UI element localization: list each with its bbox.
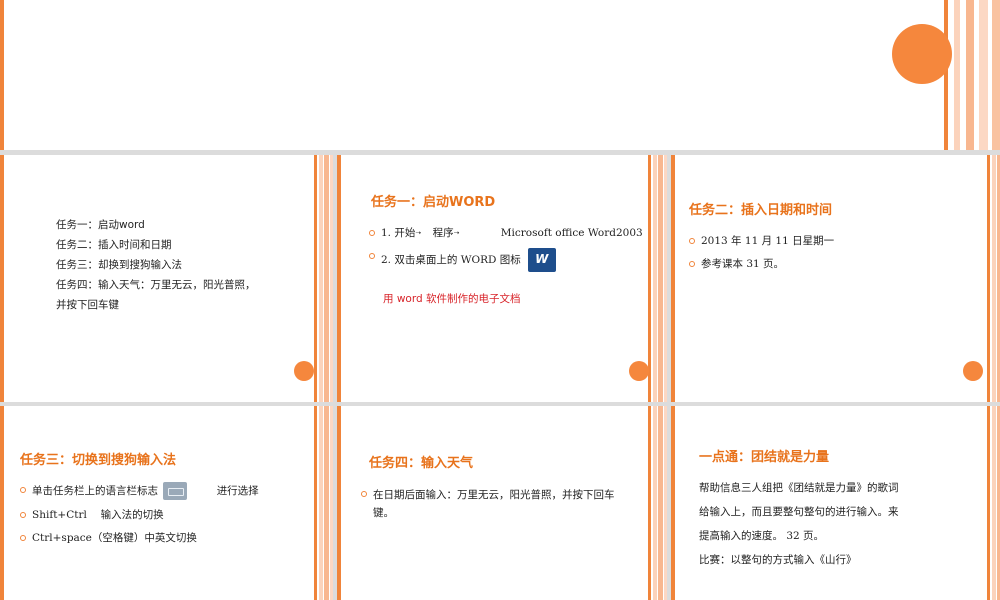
decor-stripes bbox=[940, 0, 1000, 150]
slide-title: 任务一：启动WORD bbox=[371, 195, 496, 210]
bullet-list: 单击任务栏上的语言栏标志 进行选择 Shift+Ctrl 输入法的切换 Ctrl… bbox=[20, 482, 259, 553]
keyboard-icon[interactable] bbox=[163, 482, 188, 500]
slide-5[interactable]: 任务三：切换到搜狗输入法 单击任务栏上的语言栏标志 进行选择 Shift+Ctr… bbox=[0, 406, 333, 600]
slide-6[interactable]: 任务四：输入天气 在日期后面输入：万里无云，阳光普照，并按下回车 键。 bbox=[337, 406, 667, 600]
decor-circle bbox=[629, 361, 649, 381]
bullet-item: 在日期后面输入：万里无云，阳光普照，并按下回车 键。 bbox=[361, 486, 615, 522]
note-text: 用 word 软件制作的电子文档 bbox=[383, 293, 521, 305]
bullet-text: 程序 bbox=[432, 227, 454, 239]
bullet-item: Ctrl+space（空格键）中英文切换 bbox=[20, 530, 259, 546]
task-line: 任务三：却换到搜狗输入法 bbox=[56, 259, 182, 271]
slide-title: 任务四：输入天气 bbox=[369, 456, 474, 471]
decor-circle bbox=[963, 361, 983, 381]
task-line: 任务一：启动word bbox=[56, 219, 145, 231]
slide-2[interactable]: 任务一：启动word 任务二：插入时间和日期 任务三：却换到搜狗输入法 任务四：… bbox=[0, 155, 333, 402]
decor-stripes bbox=[984, 155, 1000, 402]
slide-7[interactable]: 一点通：团结就是力量 帮助信息三人组把《团结就是力量》的歌词 给输入上，而且要整… bbox=[671, 406, 1000, 600]
decor-stripes bbox=[645, 406, 667, 600]
slide-title: 一点通：团结就是力量 bbox=[699, 450, 830, 465]
slide-title: 任务二：插入日期和时间 bbox=[689, 203, 833, 218]
bullet-text: 键。 bbox=[373, 507, 394, 519]
bullet-item: 2013 年 11 月 11 日星期一 bbox=[689, 233, 834, 249]
bullet-item: 1. 开始➝ 程序➝ Microsoft office Word2003 bbox=[369, 225, 643, 241]
bullet-item: 单击任务栏上的语言栏标志 进行选择 bbox=[20, 482, 259, 500]
decor-stripes bbox=[984, 406, 1000, 600]
decor-circle bbox=[294, 361, 314, 381]
slide-1[interactable] bbox=[0, 0, 1000, 150]
task-line: 任务二：插入时间和日期 bbox=[56, 239, 172, 251]
text-line: 比赛：以整句的方式输入《山行》 bbox=[699, 554, 857, 566]
bullet-text: 1. 开始 bbox=[381, 227, 416, 239]
bullet-item: 参考课本 31 页。 bbox=[689, 256, 834, 272]
bullet-text: 在日期后面输入：万里无云，阳光普照，并按下回车 bbox=[373, 489, 615, 501]
task-line: 并按下回车键 bbox=[56, 299, 119, 311]
bullet-text: Microsoft office Word2003 bbox=[500, 227, 643, 239]
slide-3[interactable]: 任务一：启动WORD 1. 开始➝ 程序➝ Microsoft office W… bbox=[337, 155, 667, 402]
arrow-icon: ➝ bbox=[453, 229, 460, 237]
bullet-item: 2. 双击桌面上的 WORD 图标 bbox=[369, 248, 643, 272]
word-icon[interactable] bbox=[528, 248, 557, 272]
task-list: 任务一：启动word 任务二：插入时间和日期 任务三：却换到搜狗输入法 任务四：… bbox=[56, 215, 256, 315]
bullet-text: 进行选择 bbox=[216, 485, 259, 497]
bullet-list: 2013 年 11 月 11 日星期一 参考课本 31 页。 bbox=[689, 233, 834, 279]
decor-stripes bbox=[311, 155, 333, 402]
text-block: 帮助信息三人组把《团结就是力量》的歌词 给输入上，而且要整句整句的进行输入。来 … bbox=[699, 476, 899, 572]
text-line: 提高输入的速度。 32 页。 bbox=[699, 530, 825, 542]
decor-stripes bbox=[311, 406, 333, 600]
task-line: 任务四：输入天气：万里无云，阳光普照， bbox=[56, 279, 256, 291]
bullet-item: Shift+Ctrl 输入法的切换 bbox=[20, 507, 259, 523]
text-line: 给输入上，而且要整句整句的进行输入。来 bbox=[699, 506, 899, 518]
slide-title: 任务三：切换到搜狗输入法 bbox=[20, 453, 177, 468]
bullet-list: 1. 开始➝ 程序➝ Microsoft office Word2003 2. … bbox=[369, 225, 643, 279]
bullet-list: 在日期后面输入：万里无云，阳光普照，并按下回车 键。 bbox=[361, 486, 615, 529]
decor-circle bbox=[892, 24, 952, 84]
arrow-icon: ➝ bbox=[415, 229, 422, 237]
bullet-text: 2. 双击桌面上的 WORD 图标 bbox=[381, 254, 521, 266]
bullet-text: 单击任务栏上的语言栏标志 bbox=[32, 485, 158, 497]
text-line: 帮助信息三人组把《团结就是力量》的歌词 bbox=[699, 482, 899, 494]
decor-stripes bbox=[645, 155, 667, 402]
slide-4[interactable]: 任务二：插入日期和时间 2013 年 11 月 11 日星期一 参考课本 31 … bbox=[671, 155, 1000, 402]
